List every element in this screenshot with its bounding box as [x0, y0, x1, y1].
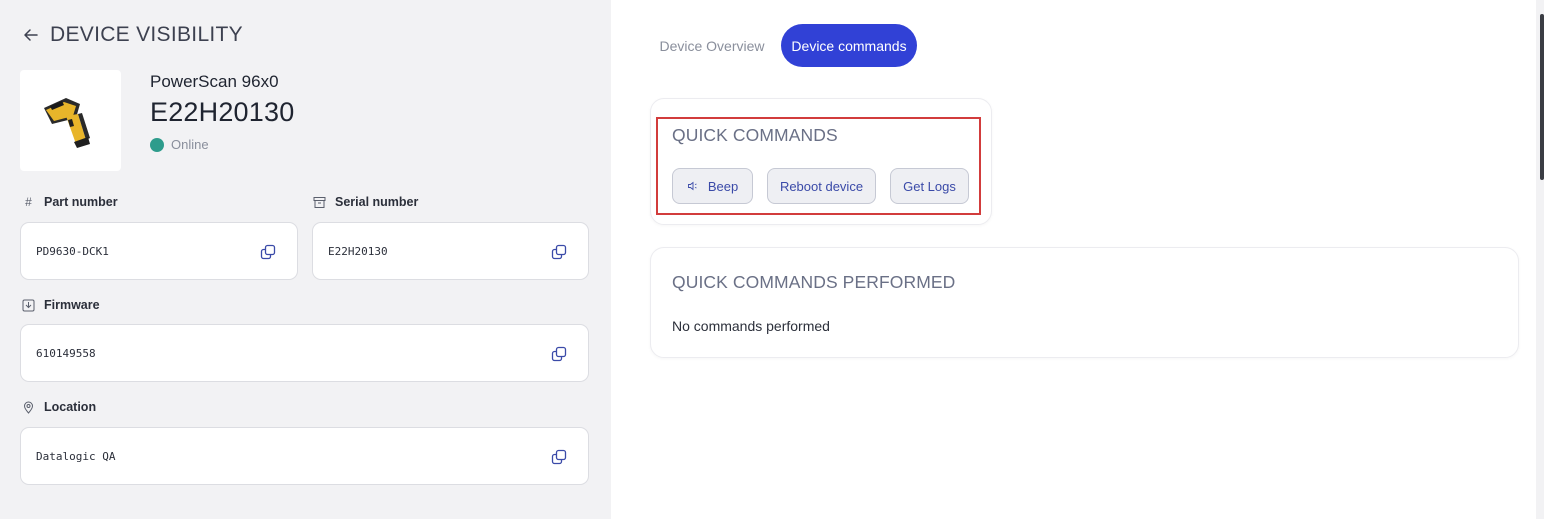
empty-state-text: No commands performed — [672, 318, 830, 334]
firmware-value: 610149558 — [36, 346, 96, 360]
scrollbar[interactable] — [1540, 14, 1544, 180]
reboot-device-button[interactable]: Reboot device — [767, 168, 876, 204]
download-box-icon — [22, 299, 35, 312]
serial-number-label: Serial number — [313, 195, 418, 209]
copy-icon[interactable] — [550, 345, 568, 363]
device-model: PowerScan 96x0 — [150, 72, 279, 91]
device-serial-title: E22H20130 — [150, 97, 295, 127]
commands-performed-card — [650, 247, 1519, 358]
barcode-scanner-image — [43, 97, 90, 148]
tab-device-overview[interactable]: Device Overview — [652, 24, 772, 67]
location-label-text: Location — [44, 400, 97, 414]
archive-icon — [313, 196, 326, 209]
part-number-label-text: Part number — [44, 195, 118, 209]
firmware-label: Firmware — [22, 298, 100, 312]
back-arrow-icon[interactable] — [22, 26, 40, 44]
location-label: Location — [22, 400, 96, 414]
beep-button[interactable]: Beep — [672, 168, 753, 204]
get-logs-button[interactable]: Get Logs — [890, 168, 969, 204]
device-status: Online — [150, 137, 209, 152]
beep-button-label: Beep — [707, 178, 739, 194]
serial-number-value: E22H20130 — [328, 244, 388, 258]
part-number-field: PD9630-DCK1 — [20, 222, 298, 280]
part-number-label: # Part number — [22, 195, 118, 209]
device-info-panel: DEVICE VISIBILITY PowerScan 96x0 E22H201… — [0, 0, 611, 519]
firmware-label-text: Firmware — [44, 298, 100, 312]
location-field: Datalogic QA — [20, 427, 589, 485]
commands-performed-title: QUICK COMMANDS PERFORMED — [672, 272, 956, 292]
status-dot-icon — [150, 137, 164, 152]
device-image — [20, 70, 121, 171]
location-pin-icon — [22, 401, 35, 414]
copy-icon[interactable] — [550, 243, 568, 261]
serial-number-label-text: Serial number — [335, 195, 419, 209]
serial-number-field: E22H20130 — [312, 222, 589, 280]
hash-icon: # — [25, 195, 32, 209]
copy-icon[interactable] — [550, 448, 568, 466]
page-title: DEVICE VISIBILITY — [50, 23, 243, 46]
location-value: Datalogic QA — [36, 449, 116, 463]
firmware-field: 610149558 — [20, 324, 589, 382]
header: DEVICE VISIBILITY — [22, 22, 243, 48]
copy-icon[interactable] — [259, 243, 277, 261]
tab-device-commands[interactable]: Device commands — [781, 24, 917, 67]
status-text: Online — [171, 137, 209, 152]
speaker-icon — [687, 181, 697, 191]
quick-commands-title: QUICK COMMANDS — [672, 125, 838, 145]
part-number-value: PD9630-DCK1 — [36, 244, 109, 258]
